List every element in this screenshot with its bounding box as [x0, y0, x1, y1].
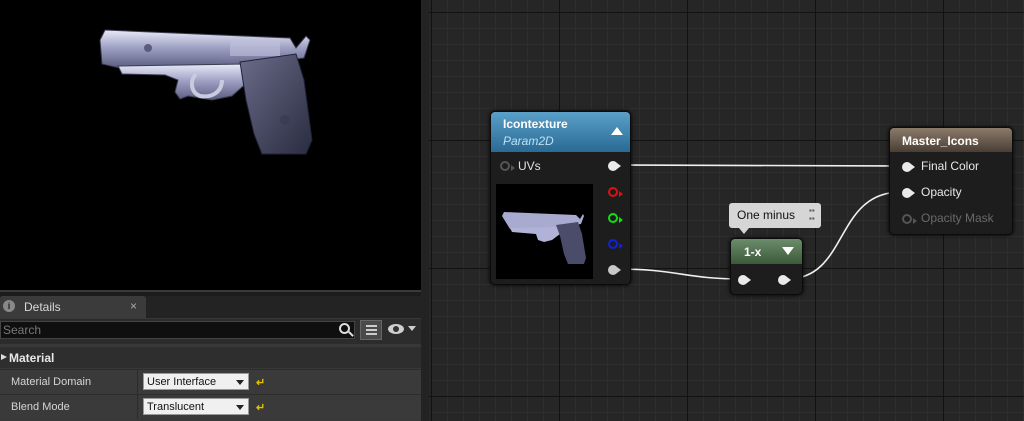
node-title: Icontexture — [503, 117, 568, 131]
panel-splitter[interactable] — [421, 0, 429, 421]
r-output-pin[interactable] — [608, 187, 623, 197]
details-tab-bar: i Details × — [0, 296, 421, 318]
final-color-input-pin[interactable] — [902, 162, 915, 172]
close-icon[interactable]: × — [130, 299, 137, 313]
view-options-button[interactable] — [388, 323, 418, 339]
eye-icon — [388, 324, 404, 334]
oneminus-input-pin[interactable] — [738, 275, 751, 285]
property-matrix-button[interactable] — [360, 320, 382, 340]
material-graph-canvas[interactable]: Icontexture Param2D UVs One minus ▪▪ ▪▪ 1… — [429, 0, 1024, 421]
node-title: Master_Icons — [902, 134, 979, 148]
chevron-down-icon — [408, 326, 416, 331]
final-color-label: Final Color — [921, 159, 980, 173]
pistol-thumbnail-image — [502, 212, 586, 264]
property-row-material-domain: Material Domain User Interface ↵ — [0, 369, 421, 394]
opacity-label: Opacity — [921, 185, 962, 199]
list-view-icon — [366, 325, 377, 335]
node-header[interactable]: Icontexture Param2D — [491, 112, 630, 152]
node-header[interactable]: 1-x — [731, 239, 802, 264]
collapse-triangle-icon — [1, 354, 7, 360]
section-label: Material — [9, 351, 55, 365]
g-output-pin[interactable] — [608, 213, 623, 223]
opacity-mask-label: Opacity Mask — [921, 211, 994, 225]
details-tab[interactable]: i Details × — [0, 296, 146, 318]
opacity-input-pin[interactable] — [902, 188, 915, 198]
column-divider[interactable] — [137, 370, 138, 394]
comment-bubble[interactable]: One minus ▪▪ ▪▪ — [729, 203, 821, 234]
comment-text: One minus — [737, 208, 796, 222]
dropdown-value: User Interface — [147, 376, 217, 388]
expand-node-icon[interactable] — [782, 247, 794, 255]
b-output-pin[interactable] — [608, 239, 623, 249]
master-material-node[interactable]: Master_Icons Final Color Opacity Opacity… — [889, 127, 1013, 235]
details-panel: i Details × Material Material Domain — [0, 296, 421, 421]
node-title: 1-x — [744, 245, 762, 259]
uvs-label: UVs — [518, 159, 541, 173]
texture-param-node[interactable]: Icontexture Param2D UVs — [490, 111, 631, 285]
pistol-preview-image — [99, 29, 313, 155]
material-preview-viewport[interactable] — [0, 0, 422, 292]
texture-thumbnail — [496, 184, 593, 279]
search-input[interactable] — [1, 322, 333, 338]
chevron-down-icon — [236, 405, 244, 410]
property-name: Blend Mode — [11, 401, 70, 413]
details-search-row — [0, 319, 421, 344]
alpha-output-pin[interactable] — [608, 265, 621, 275]
wire-rgb-to-final-color[interactable] — [615, 164, 902, 167]
node-subtitle: Param2D — [503, 134, 554, 148]
reset-to-default-icon[interactable]: ↵ — [256, 376, 265, 389]
property-row-blend-mode: Blend Mode Translucent ↵ — [0, 394, 421, 419]
oneminus-output-pin[interactable] — [778, 275, 791, 285]
opacity-mask-input-pin[interactable] — [902, 214, 917, 224]
collapse-preview-icon[interactable] — [611, 127, 623, 135]
left-panel: i Details × Material Material Domain — [0, 0, 426, 421]
node-header[interactable]: Master_Icons — [890, 128, 1012, 152]
material-domain-dropdown[interactable]: User Interface — [143, 373, 249, 390]
property-name: Material Domain — [11, 376, 92, 388]
reset-to-default-icon[interactable]: ↵ — [256, 401, 265, 414]
material-section-header[interactable]: Material — [0, 347, 421, 368]
comment-tail — [739, 228, 749, 234]
info-icon: i — [3, 300, 15, 312]
uvs-input-pin[interactable] — [500, 161, 515, 171]
dropdown-value: Translucent — [147, 401, 205, 413]
pin-comment-icon[interactable]: ▪▪ ▪▪ — [809, 207, 818, 223]
blend-mode-dropdown[interactable]: Translucent — [143, 398, 249, 415]
one-minus-node[interactable]: 1-x — [730, 238, 803, 295]
details-tab-label: Details — [24, 300, 61, 314]
rgb-output-pin[interactable] — [608, 161, 621, 171]
wire-alpha-to-oneminus[interactable] — [615, 268, 743, 280]
search-icon[interactable] — [339, 323, 350, 334]
column-divider[interactable] — [137, 395, 138, 419]
chevron-down-icon — [236, 380, 244, 385]
search-box — [0, 321, 355, 339]
